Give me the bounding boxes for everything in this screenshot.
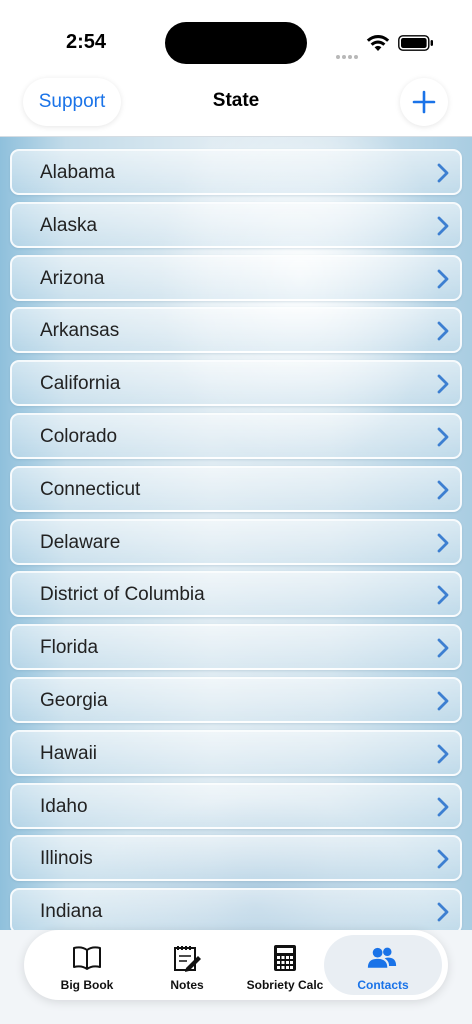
state-label: District of Columbia bbox=[40, 584, 205, 606]
state-row[interactable]: Arizona bbox=[10, 254, 462, 301]
state-label: Georgia bbox=[40, 690, 108, 711]
dynamic-island bbox=[165, 22, 307, 64]
battery-icon bbox=[398, 35, 433, 51]
chevron-right-icon bbox=[437, 427, 449, 447]
contacts-icon bbox=[367, 947, 397, 968]
tab-label: Big Book bbox=[60, 978, 114, 992]
chevron-right-icon bbox=[437, 849, 449, 869]
chevron-right-icon bbox=[437, 585, 449, 605]
chevron-right-icon bbox=[437, 269, 449, 288]
tab-notes[interactable]: Notes bbox=[138, 935, 236, 995]
state-row[interactable]: Illinois bbox=[10, 835, 462, 882]
navigation-bar: Support State bbox=[0, 76, 472, 137]
chevron-right-icon bbox=[437, 638, 449, 658]
state-row[interactable]: Connecticut bbox=[10, 465, 462, 512]
state-row[interactable]: Arkansas bbox=[10, 307, 462, 354]
tab-big-book[interactable]: Big Book bbox=[38, 935, 136, 995]
state-row[interactable]: Florida bbox=[10, 624, 462, 671]
plus-icon bbox=[412, 90, 436, 114]
tab-bar: Big Book Notes Sobriety Calc Contacts bbox=[24, 930, 448, 1000]
state-row[interactable]: Hawaii bbox=[10, 729, 462, 776]
state-row[interactable]: Indiana bbox=[10, 888, 462, 935]
chevron-right-icon bbox=[437, 797, 449, 816]
state-row[interactable]: Alabama bbox=[10, 149, 462, 195]
state-row[interactable]: Colorado bbox=[10, 413, 462, 459]
wifi-icon bbox=[366, 35, 390, 51]
chevron-right-icon bbox=[437, 902, 449, 922]
state-row[interactable]: District of Columbia bbox=[10, 571, 462, 618]
state-label: Connecticut bbox=[40, 478, 141, 500]
status-bar: 2:54 bbox=[0, 0, 472, 80]
state-label: Illinois bbox=[40, 848, 93, 870]
chevron-right-icon bbox=[437, 374, 449, 394]
chevron-right-icon bbox=[437, 533, 449, 552]
tab-sobriety-calc[interactable]: Sobriety Calc bbox=[236, 935, 334, 995]
state-row[interactable]: Alaska bbox=[10, 201, 462, 248]
state-label: Delaware bbox=[40, 531, 121, 553]
state-label: Colorado bbox=[40, 426, 118, 447]
state-label: Arizona bbox=[40, 267, 105, 289]
state-label: Florida bbox=[40, 637, 99, 659]
add-button[interactable] bbox=[400, 78, 448, 126]
status-time: 2:54 bbox=[66, 31, 107, 53]
state-label: Indiana bbox=[40, 901, 103, 923]
tab-contacts[interactable]: Contacts bbox=[324, 935, 442, 995]
state-row[interactable]: California bbox=[10, 360, 462, 407]
tab-label: Sobriety Calc bbox=[246, 978, 324, 992]
chevron-right-icon bbox=[437, 216, 449, 236]
cellular-signal-icon bbox=[336, 46, 360, 59]
state-row[interactable]: Idaho bbox=[10, 782, 462, 829]
state-label: Idaho bbox=[40, 795, 88, 817]
state-row[interactable]: Delaware bbox=[10, 518, 462, 565]
state-label: Hawaii bbox=[40, 742, 98, 764]
state-list[interactable]: Alabama Alaska Arizona Arkansas California Co… bbox=[0, 137, 472, 937]
state-label: Arkansas bbox=[40, 320, 120, 342]
state-label: Alabama bbox=[40, 162, 115, 183]
calculator-icon bbox=[274, 945, 296, 971]
book-icon bbox=[73, 946, 101, 970]
tab-label: Contacts bbox=[357, 978, 409, 992]
state-label: California bbox=[40, 373, 121, 395]
chevron-right-icon bbox=[437, 744, 449, 764]
chevron-right-icon bbox=[437, 480, 449, 500]
state-label: Alaska bbox=[40, 214, 98, 236]
state-row[interactable]: Georgia bbox=[10, 677, 462, 723]
tab-label: Notes bbox=[170, 978, 204, 992]
notepad-icon bbox=[174, 946, 201, 972]
chevron-right-icon bbox=[437, 691, 449, 711]
chevron-right-icon bbox=[437, 163, 449, 183]
chevron-right-icon bbox=[437, 321, 449, 341]
